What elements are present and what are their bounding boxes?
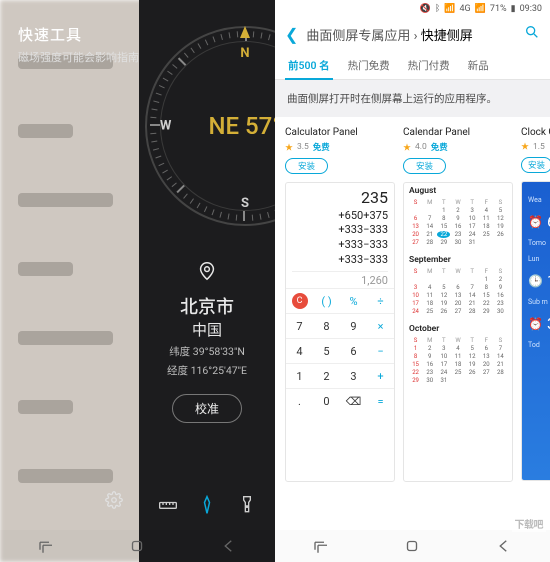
install-button[interactable]: 安装 [285, 158, 328, 174]
location-city: 北京市 [139, 293, 275, 319]
settings-gear-icon[interactable] [105, 491, 123, 514]
install-button[interactable]: 安装 [521, 157, 550, 173]
recents-button[interactable] [312, 537, 330, 555]
app-title: Calendar Panel [403, 127, 513, 138]
watermark: 下载吧 [512, 515, 547, 532]
location-lat: 纬度 39°58'33"N [139, 344, 275, 359]
tab-new[interactable]: 新品 [459, 50, 498, 79]
flashlight-icon[interactable] [236, 494, 258, 516]
tab-paid[interactable]: 热门付费 [399, 50, 459, 79]
app-title: Clock Galaxy E and S8 [521, 127, 550, 138]
store-header: ❮ 曲面侧屏专属应用 › 快捷侧屏 [275, 18, 550, 50]
free-label: 免费 [313, 141, 330, 153]
compass[interactable]: N E S W NE 57° [145, 26, 275, 226]
status-bar: 🔇 ᛒ 📶 4G 📶 71% ▮ 09:30 [275, 0, 550, 18]
star-icon: ★ [403, 142, 411, 153]
battery-icon: ▮ [511, 4, 516, 14]
wifi-icon: 📶 [475, 4, 486, 14]
app-grid[interactable]: Calculator Panel ★ 3.5 免费 安装 235 +650+37… [275, 117, 550, 482]
left-phone: 快速工具 磁场强度可能会影响指南针的准确性。 N E S W NE 57° 北京… [0, 0, 275, 562]
app-rating: 4.0 [415, 142, 427, 152]
right-phone: 🔇 ᛒ 📶 4G 📶 71% ▮ 09:30 ❮ 曲面侧屏专属应用 › 快捷侧屏… [275, 0, 550, 562]
app-card-calendar[interactable]: Calendar Panel ★ 4.0 免费 安装 AugustSMTWTFS… [403, 127, 513, 482]
breadcrumb[interactable]: 曲面侧屏专属应用 › 快捷侧屏 [306, 25, 472, 44]
app-card-clock[interactable]: Clock Galaxy E and S8 ★ 1.5 安装 Wea ⏰6:30… [521, 127, 550, 482]
app-title: Calculator Panel [285, 127, 395, 138]
back-button[interactable] [220, 537, 238, 555]
clock-icon: 🕒 [528, 274, 543, 288]
alarm-icon: ⏰ [528, 215, 543, 229]
recents-button[interactable] [37, 537, 55, 555]
bluetooth-icon: ᛒ [435, 4, 440, 14]
location-block: 北京市 中国 纬度 39°58'33"N 经度 116°25'47"E 校准 [139, 260, 275, 423]
mute-icon: 🔇 [420, 4, 431, 14]
nav-bar-right [275, 530, 550, 562]
free-label: 免费 [431, 141, 448, 153]
calibrate-button[interactable]: 校准 [172, 394, 242, 423]
store-tabs: 前500 名 热门免费 热门付费 新品 [275, 50, 550, 80]
store-description: 曲面侧屏打开时在侧屏幕上运行的应用程序。 [275, 80, 550, 117]
install-button[interactable]: 安装 [403, 158, 446, 174]
compass-reading: NE 57° [145, 26, 275, 226]
edge-toolbar [139, 494, 275, 516]
signal-icon: 📶 [444, 4, 455, 14]
calendar-preview: AugustSMTWTFS123456789101112131415161718… [403, 182, 513, 482]
nav-bar-left [0, 530, 275, 562]
alarm-icon: ⏰ [528, 317, 543, 331]
edge-panel: N E S W NE 57° 北京市 中国 纬度 39°58'33"N 经度 1… [139, 0, 275, 562]
calculator-preview: 235 +650+375 +333−333 +333−333 +333−333 … [285, 182, 395, 482]
location-lon: 经度 116°25'47"E [139, 363, 275, 378]
app-card-calculator[interactable]: Calculator Panel ★ 3.5 免费 安装 235 +650+37… [285, 127, 395, 482]
back-chevron-icon[interactable]: ❮ [285, 25, 298, 44]
clock-preview: Wea ⏰6:30 Tomo Lun 🕒11:3 Sub m ⏰3:00 Tod [521, 181, 550, 481]
battery-text: 71% [490, 4, 507, 14]
home-button[interactable] [128, 537, 146, 555]
tab-free[interactable]: 热门免费 [339, 50, 399, 79]
star-icon: ★ [285, 142, 293, 153]
home-button[interactable] [403, 537, 421, 555]
location-pin-icon [139, 260, 275, 287]
back-button[interactable] [495, 537, 513, 555]
ruler-icon[interactable] [157, 494, 179, 516]
app-rating: 3.5 [297, 142, 309, 152]
tab-top500[interactable]: 前500 名 [279, 50, 339, 79]
search-icon[interactable] [524, 24, 540, 44]
compass-icon[interactable] [196, 494, 218, 516]
location-country: 中国 [139, 319, 275, 340]
star-icon: ★ [521, 141, 529, 152]
status-time: 09:30 [520, 4, 542, 14]
app-rating: 1.5 [533, 142, 545, 152]
